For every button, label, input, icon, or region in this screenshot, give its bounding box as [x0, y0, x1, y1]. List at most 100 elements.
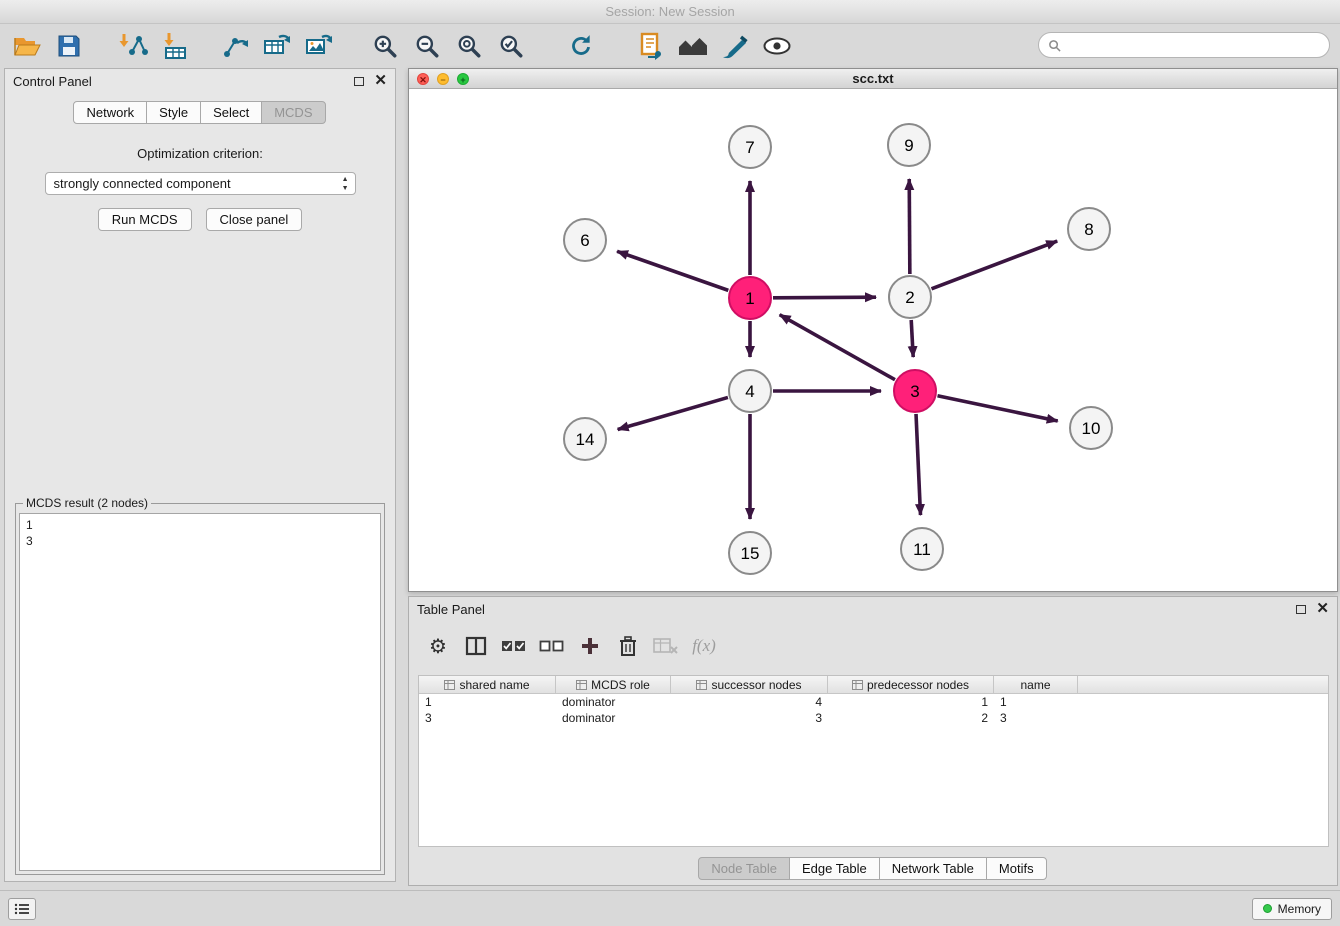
tab-select[interactable]: Select: [200, 101, 262, 124]
graph-edge-3-11[interactable]: [916, 414, 920, 515]
mcds-result-list[interactable]: 1 3: [19, 513, 381, 871]
graph-node-label: 2: [905, 288, 914, 307]
graph-edge-2-3[interactable]: [911, 320, 913, 357]
mcds-buttons: Run MCDS Close panel: [5, 208, 395, 231]
table-row[interactable]: 1 dominator 4 1 1: [419, 694, 1328, 710]
run-mcds-button[interactable]: Run MCDS: [98, 208, 192, 231]
refresh-button[interactable]: [560, 28, 602, 64]
graph-node-2[interactable]: 2: [889, 276, 931, 318]
show-graphics-button[interactable]: [756, 28, 798, 64]
graph-node-label: 14: [576, 430, 595, 449]
cell-mcds-role: dominator: [556, 694, 671, 710]
tab-edge-table[interactable]: Edge Table: [789, 857, 880, 880]
export-table-icon: [263, 33, 291, 59]
unselect-all-columns-button[interactable]: [533, 631, 571, 661]
home-button[interactable]: [672, 28, 714, 64]
maximize-window-icon[interactable]: +: [457, 73, 469, 85]
cell-successor-nodes: 3: [671, 710, 828, 726]
zoom-in-button[interactable]: [364, 28, 406, 64]
table-toolbar: ⚙ f(x): [419, 629, 1337, 663]
column-header-shared-name[interactable]: shared name: [419, 676, 556, 693]
graph-node-15[interactable]: 15: [729, 532, 771, 574]
import-network-icon: [118, 32, 148, 60]
column-header-predecessor-nodes[interactable]: predecessor nodes: [828, 676, 994, 693]
show-columns-button[interactable]: [457, 631, 495, 661]
table-panel-tabs: Node Table Edge Table Network Table Moti…: [409, 857, 1337, 880]
export-image-button[interactable]: [298, 28, 340, 64]
graph-node-4[interactable]: 4: [729, 370, 771, 412]
float-table-panel-icon[interactable]: [1296, 605, 1306, 614]
tab-node-table[interactable]: Node Table: [698, 857, 790, 880]
optimization-criterion-select[interactable]: strongly connected component ▲▼: [45, 172, 356, 195]
graph-node-10[interactable]: 10: [1070, 407, 1112, 449]
graph-edge-3-1[interactable]: [780, 315, 895, 380]
select-all-columns-button[interactable]: [495, 631, 533, 661]
graph-node-3[interactable]: 3: [894, 370, 936, 412]
graph-node-9[interactable]: 9: [888, 124, 930, 166]
search-box[interactable]: [1038, 32, 1330, 58]
column-label: successor nodes: [711, 678, 801, 692]
close-window-icon[interactable]: ✕: [417, 73, 429, 85]
graph-node-14[interactable]: 14: [564, 418, 606, 460]
folder-icon: [13, 34, 41, 58]
node-table: shared name MCDS role successor nodes pr…: [418, 675, 1329, 847]
tab-mcds[interactable]: MCDS: [261, 101, 325, 124]
view-group: [630, 28, 798, 64]
save-session-button[interactable]: [48, 28, 90, 64]
delete-column-button[interactable]: [609, 631, 647, 661]
column-header-name[interactable]: name: [994, 676, 1078, 693]
close-table-panel-icon[interactable]: ✕: [1316, 603, 1329, 615]
network-window-title: scc.txt: [852, 71, 893, 86]
graph-edge-4-14[interactable]: [618, 397, 728, 429]
export-network-button[interactable]: [214, 28, 256, 64]
save-icon: [57, 34, 81, 58]
table-settings-button[interactable]: ⚙: [419, 631, 457, 661]
zoom-fit-button[interactable]: [448, 28, 490, 64]
graph-node-label: 4: [745, 382, 754, 401]
graph-node-11[interactable]: 11: [901, 528, 943, 570]
close-panel-button[interactable]: Close panel: [206, 208, 303, 231]
graph-node-6[interactable]: 6: [564, 219, 606, 261]
task-history-button[interactable]: [8, 898, 36, 920]
tab-network-table[interactable]: Network Table: [879, 857, 987, 880]
network-graph-svg[interactable]: 7 9 6 8 1 2 4 3 14 10 15 11: [409, 89, 1337, 591]
close-panel-icon[interactable]: ✕: [374, 75, 387, 87]
float-panel-icon[interactable]: [354, 77, 364, 86]
optimization-criterion-label: Optimization criterion:: [5, 146, 395, 161]
import-network-button[interactable]: [112, 28, 154, 64]
graph-edge-1-6[interactable]: [617, 251, 728, 290]
import-table-button[interactable]: [154, 28, 196, 64]
zoom-selected-icon: [498, 33, 524, 59]
zoom-out-icon: [414, 33, 440, 59]
gear-icon: ⚙: [429, 634, 447, 659]
zoom-selected-button[interactable]: [490, 28, 532, 64]
network-window-titlebar[interactable]: ✕ − + scc.txt: [409, 69, 1337, 89]
clone-network-button[interactable]: [630, 28, 672, 64]
create-column-button[interactable]: [571, 631, 609, 661]
graph-node-7[interactable]: 7: [729, 126, 771, 168]
zoom-out-button[interactable]: [406, 28, 448, 64]
open-file-button[interactable]: [6, 28, 48, 64]
column-header-mcds-role[interactable]: MCDS role: [556, 676, 671, 693]
minimize-window-icon[interactable]: −: [437, 73, 449, 85]
tab-style[interactable]: Style: [146, 101, 201, 124]
tab-motifs[interactable]: Motifs: [986, 857, 1047, 880]
search-input[interactable]: [1067, 38, 1320, 52]
graph-node-1[interactable]: 1: [729, 277, 771, 319]
graph-node-8[interactable]: 8: [1068, 208, 1110, 250]
export-table-button[interactable]: [256, 28, 298, 64]
column-header-successor-nodes[interactable]: successor nodes: [671, 676, 828, 693]
tab-network[interactable]: Network: [73, 101, 147, 124]
zoom-fit-icon: [456, 33, 482, 59]
graph-edge-1-2[interactable]: [773, 297, 876, 298]
cell-name: 1: [994, 694, 1078, 710]
export-network-icon: [221, 33, 249, 59]
graph-edge-2-8[interactable]: [932, 241, 1058, 289]
cell-name: 3: [994, 710, 1078, 726]
graph-edge-3-10[interactable]: [938, 396, 1058, 421]
memory-button[interactable]: Memory: [1252, 898, 1332, 920]
table-row[interactable]: 3 dominator 3 2 3: [419, 710, 1328, 726]
graph-edge-2-9[interactable]: [909, 179, 910, 274]
apply-style-button[interactable]: [714, 28, 756, 64]
column-attribute-icon: [696, 680, 707, 690]
